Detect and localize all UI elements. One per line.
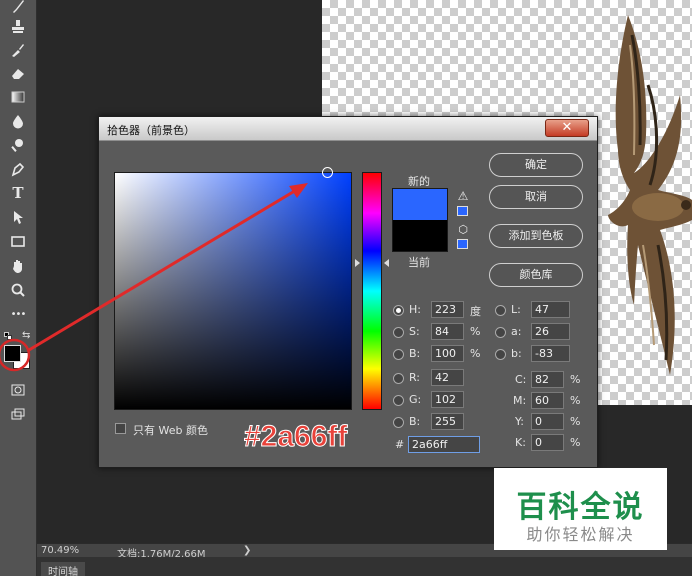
foreground-color-swatch[interactable] [4, 345, 21, 362]
radio-lab-b[interactable] [495, 349, 506, 360]
g-label: G: [409, 393, 422, 406]
hue-slider[interactable] [362, 172, 382, 410]
zoom-level[interactable]: 70.49% [41, 545, 79, 556]
h-label: H: [409, 303, 421, 316]
radio-h[interactable] [393, 305, 404, 316]
s-field[interactable]: 84 [431, 323, 464, 340]
hue-slider-left-arrow-icon[interactable] [355, 259, 360, 267]
radio-g[interactable] [393, 395, 404, 406]
default-colors-icon[interactable] [4, 332, 12, 340]
m-unit: % [570, 394, 581, 407]
m-label: M: [513, 394, 527, 407]
y-label: Y: [515, 415, 524, 428]
blur-tool-icon[interactable] [6, 111, 30, 131]
history-brush-tool-icon[interactable] [6, 40, 30, 60]
h-unit: 度 [470, 305, 481, 318]
m-field[interactable]: 60 [531, 392, 564, 409]
color-field-cursor[interactable] [322, 167, 333, 178]
b-field[interactable]: 100 [431, 345, 464, 362]
tab-timeline[interactable]: 时间轴 [41, 562, 85, 576]
add-to-swatches-button[interactable]: 添加到色板 [489, 224, 583, 248]
s-label: S: [409, 325, 420, 338]
lab-b-field[interactable]: -83 [531, 345, 570, 362]
c-field[interactable]: 82 [531, 371, 564, 388]
r-label: R: [409, 371, 421, 384]
color-field[interactable] [114, 167, 352, 410]
s-unit: % [470, 325, 481, 338]
cancel-button[interactable]: 取消 [489, 185, 583, 209]
gradient-tool-icon[interactable] [6, 87, 30, 107]
more-tools-icon[interactable]: ••• [6, 305, 30, 325]
overlay-hex-annotation: #2a66ff [243, 420, 348, 454]
ok-button[interactable]: 确定 [489, 153, 583, 177]
k-label: K: [515, 436, 526, 449]
close-button[interactable]: ✕ [545, 119, 589, 137]
l-field[interactable]: 47 [531, 301, 570, 318]
quick-mask-icon[interactable] [6, 380, 30, 400]
b-unit: % [470, 347, 481, 360]
radio-r[interactable] [393, 373, 404, 384]
a-field[interactable]: 26 [531, 323, 570, 340]
radio-blue[interactable] [393, 417, 404, 428]
web-only-label: 只有 Web 颜色 [133, 424, 208, 437]
hand-tool-icon[interactable] [6, 256, 30, 276]
new-color-label: 新的 [408, 175, 430, 188]
hue-slider-right-arrow-icon[interactable] [384, 259, 389, 267]
c-unit: % [570, 373, 581, 386]
y-unit: % [570, 415, 581, 428]
eraser-tool-icon[interactable] [6, 63, 30, 83]
watermark-subtitle: 助你轻松解决 [526, 525, 635, 544]
clone-stamp-tool-icon[interactable] [6, 16, 30, 36]
watermark-logo: 百科全说 助你轻松解决 [494, 468, 667, 550]
swap-colors-icon[interactable]: ⇆ [22, 330, 30, 341]
out-of-gamut-warning-icon[interactable]: ⚠ [456, 189, 470, 203]
dialog-titlebar[interactable]: 拾色器（前景色） ✕ [99, 117, 597, 141]
r-field[interactable]: 42 [431, 369, 464, 386]
c-label: C: [515, 373, 527, 386]
path-selection-tool-icon[interactable] [6, 207, 30, 227]
new-color-swatch [392, 188, 448, 220]
color-picker-dialog: 拾色器（前景色） ✕ 新的 当前 ⚠ ⬡ 确定 取消 添加到色板 颜色库 H: … [98, 116, 598, 468]
status-menu-arrow-icon[interactable]: ❯ [243, 545, 251, 556]
g-field[interactable]: 102 [431, 391, 464, 408]
radio-s[interactable] [393, 327, 404, 338]
radio-a[interactable] [495, 327, 506, 338]
a-label: a: [511, 325, 522, 338]
screen-mode-icon[interactable] [6, 404, 30, 424]
current-color-swatch[interactable] [392, 220, 448, 252]
rectangle-tool-icon[interactable] [6, 231, 30, 251]
y-field[interactable]: 0 [531, 413, 564, 430]
lab-b-label: b: [511, 347, 522, 360]
watermark-title: 百科全说 [516, 490, 645, 525]
current-color-label: 当前 [408, 256, 430, 269]
type-tool-icon[interactable]: T [6, 183, 30, 203]
dialog-title: 拾色器（前景色） [107, 124, 195, 137]
l-label: L: [511, 303, 521, 316]
blue-label: B: [409, 415, 421, 428]
b-label: B: [409, 347, 421, 360]
timeline-panel: 时间轴 [37, 557, 692, 576]
h-field[interactable]: 223 [431, 301, 464, 318]
bird-image [608, 15, 692, 375]
dodge-tool-icon[interactable] [6, 135, 30, 155]
gamut-swatch[interactable] [457, 206, 468, 216]
k-unit: % [570, 436, 581, 449]
tool-panel: T ••• ⇆ [0, 0, 37, 576]
pen-tool-icon[interactable] [6, 159, 30, 179]
zoom-tool-icon[interactable] [6, 280, 30, 300]
web-safe-warning-icon[interactable]: ⬡ [456, 223, 470, 237]
radio-b[interactable] [393, 349, 404, 360]
radio-l[interactable] [495, 305, 506, 316]
brush-tool-icon[interactable] [6, 0, 30, 16]
blue-field[interactable]: 255 [431, 413, 464, 430]
k-field[interactable]: 0 [531, 434, 564, 451]
hex-label: # [395, 438, 405, 451]
color-libraries-button[interactable]: 颜色库 [489, 263, 583, 287]
hex-field[interactable]: 2a66ff [408, 436, 480, 453]
web-only-checkbox[interactable] [115, 423, 126, 434]
web-safe-swatch[interactable] [457, 239, 468, 249]
